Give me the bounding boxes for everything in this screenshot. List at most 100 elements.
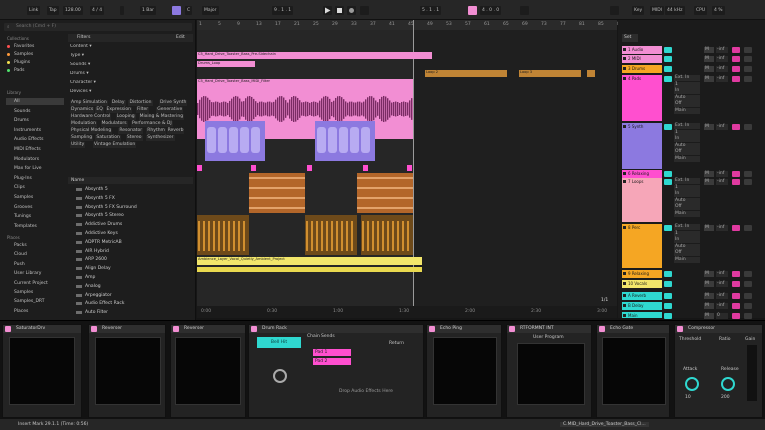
library-item[interactable]: All — [6, 98, 64, 105]
track-header[interactable]: Main — [622, 312, 662, 318]
arrangement-clip[interactable]: Ambience_Layer_Vocal_Quietly_Ambient_Pro… — [197, 257, 422, 265]
attack-knob[interactable] — [685, 377, 699, 391]
filter-tag[interactable]: Looping — [115, 114, 136, 120]
send-value[interactable]: -inf — [716, 76, 728, 82]
filter-tag[interactable]: Stereo — [125, 135, 143, 141]
track-header[interactable]: 5 Synth — [622, 123, 662, 169]
track-header[interactable]: 4 Pads — [622, 75, 662, 121]
volume-knob[interactable] — [273, 369, 287, 383]
loop-icon[interactable] — [468, 6, 477, 15]
keyboard-icon[interactable] — [610, 6, 619, 15]
activator-button[interactable] — [664, 171, 672, 177]
activator-button[interactable] — [664, 271, 672, 277]
activator-button[interactable] — [664, 281, 672, 287]
mute-button[interactable]: M — [704, 124, 714, 130]
activator-button[interactable] — [664, 47, 672, 53]
filter-tag[interactable]: Generative — [156, 107, 184, 113]
io-routing-field[interactable]: Auto — [674, 243, 700, 250]
device-title[interactable]: RTFORMNT INT — [507, 325, 591, 333]
io-routing-field[interactable]: Ext. In — [674, 123, 700, 129]
track-header[interactable]: 8 Perc — [622, 224, 662, 268]
solo-button[interactable] — [732, 56, 740, 62]
filter-tag[interactable]: EQ — [95, 107, 104, 113]
track-header[interactable]: 7 Loops — [622, 178, 662, 222]
io-routing-field[interactable]: Off — [674, 101, 700, 107]
arm-button[interactable] — [744, 56, 752, 62]
arrangement-clip[interactable]: C5_Hard_Drive_Toaster_Bass_Pre-Sidechain — [197, 52, 432, 59]
results-header[interactable]: Name — [68, 177, 193, 184]
filter-tag[interactable]: Utility — [70, 142, 86, 148]
filter-row[interactable]: Type ▾ — [70, 53, 190, 59]
io-routing-field[interactable]: In — [674, 88, 700, 94]
result-item[interactable]: Audio Effect Rack — [72, 300, 188, 307]
device-title[interactable]: Reverser — [171, 325, 245, 333]
solo-button[interactable] — [732, 179, 740, 185]
library-item[interactable]: Templates — [6, 223, 64, 230]
library-item[interactable]: Clips — [6, 184, 64, 191]
selected-clip-name[interactable]: C.MID_Hard_Drive_Toaster_Bass_Cl... — [560, 422, 649, 427]
arrangement-clip[interactable] — [357, 173, 413, 213]
arrangement-clip[interactable] — [587, 70, 595, 77]
arrangement-record-icon[interactable] — [360, 6, 369, 15]
device-title[interactable]: Echo Gate — [597, 325, 669, 333]
solo-button[interactable] — [732, 303, 740, 309]
filter-row[interactable]: Devices ▾ — [70, 89, 190, 95]
device-rtformnt[interactable]: RTFORMNT INT User Program — [506, 324, 592, 418]
io-routing-field[interactable]: Ext. In — [674, 75, 700, 81]
arrangement-clip[interactable]: Drums_Loop — [197, 61, 255, 67]
collection-item[interactable]: Favorites — [6, 43, 64, 50]
library-item[interactable]: MIDI Effects — [6, 146, 64, 153]
library-item[interactable]: Drums — [6, 117, 64, 124]
filter-tag[interactable]: Mixing & Mastering — [138, 114, 185, 120]
io-routing-field[interactable]: Auto — [674, 94, 700, 101]
collection-item[interactable]: Plugins — [6, 59, 64, 66]
solo-button[interactable] — [732, 293, 740, 299]
activator-button[interactable] — [664, 76, 672, 82]
position-field[interactable]: 9 . 1 . 1 — [272, 6, 294, 15]
arrangement-clip[interactable] — [315, 121, 375, 161]
browser-search[interactable]: ⌕ Search (Cmd + F) — [4, 23, 192, 31]
device-title[interactable]: Echo Ping — [427, 325, 501, 333]
mute-button[interactable]: M — [704, 171, 714, 177]
arrangement-clip[interactable] — [361, 215, 413, 255]
io-routing-field[interactable]: 1 — [674, 230, 700, 237]
result-item[interactable]: Arpeggiator — [72, 292, 188, 299]
device-drum-rack[interactable]: Drum Rack Bell Hit Chain Sends Pad 1 Pad… — [248, 324, 424, 418]
solo-button[interactable] — [732, 225, 740, 231]
io-routing-field[interactable]: Main — [674, 155, 700, 162]
arm-button[interactable] — [744, 66, 752, 72]
device-echo-ping[interactable]: Echo Ping — [426, 324, 502, 418]
mute-button[interactable]: M — [704, 293, 714, 299]
places-item[interactable]: Push — [6, 261, 64, 268]
device-title[interactable]: Drum Rack — [249, 325, 423, 333]
arm-button[interactable] — [744, 271, 752, 277]
mute-button[interactable]: M — [704, 66, 714, 72]
send-value[interactable]: -inf — [716, 281, 728, 287]
io-routing-field[interactable]: Auto — [674, 142, 700, 149]
filter-tag[interactable]: Filter — [136, 107, 150, 113]
track-header[interactable]: 3 Drums — [622, 65, 662, 73]
arrangement-clip[interactable] — [249, 173, 305, 213]
arm-button[interactable] — [744, 281, 752, 287]
arrangement-view[interactable]: 1 5 9 13 17 21 25 29 33 37 41 45 49 53 57 61 65 69 73 77 81 8… — [197, 20, 623, 318]
midi-map-button[interactable]: MIDI — [650, 6, 665, 15]
io-routing-field[interactable]: 1 — [674, 81, 700, 88]
arrangement-clip[interactable] — [363, 165, 368, 171]
play-icon[interactable] — [323, 6, 332, 15]
time-ruler[interactable]: 0:00 0:30 1:00 1:30 2:00 2:30 3:00 — [197, 306, 617, 318]
edit-filters-button[interactable]: Edit — [176, 35, 185, 40]
send-value[interactable]: -inf — [716, 47, 728, 53]
mute-button[interactable]: M — [704, 303, 714, 309]
scale-field[interactable]: Major — [202, 6, 219, 15]
mute-button[interactable]: M — [704, 271, 714, 277]
io-routing-field[interactable]: Ext. In — [674, 178, 700, 184]
arm-button[interactable] — [744, 293, 752, 299]
solo-button[interactable] — [732, 171, 740, 177]
io-routing-field[interactable]: 1 — [674, 129, 700, 136]
filter-tag[interactable]: Resonator — [118, 128, 144, 134]
activator-button[interactable] — [664, 66, 672, 72]
arm-button[interactable] — [744, 171, 752, 177]
result-item[interactable]: Absynth 5 FX — [72, 195, 188, 202]
device-title[interactable]: Reverser — [89, 325, 165, 333]
arrangement-clip[interactable] — [197, 267, 422, 272]
